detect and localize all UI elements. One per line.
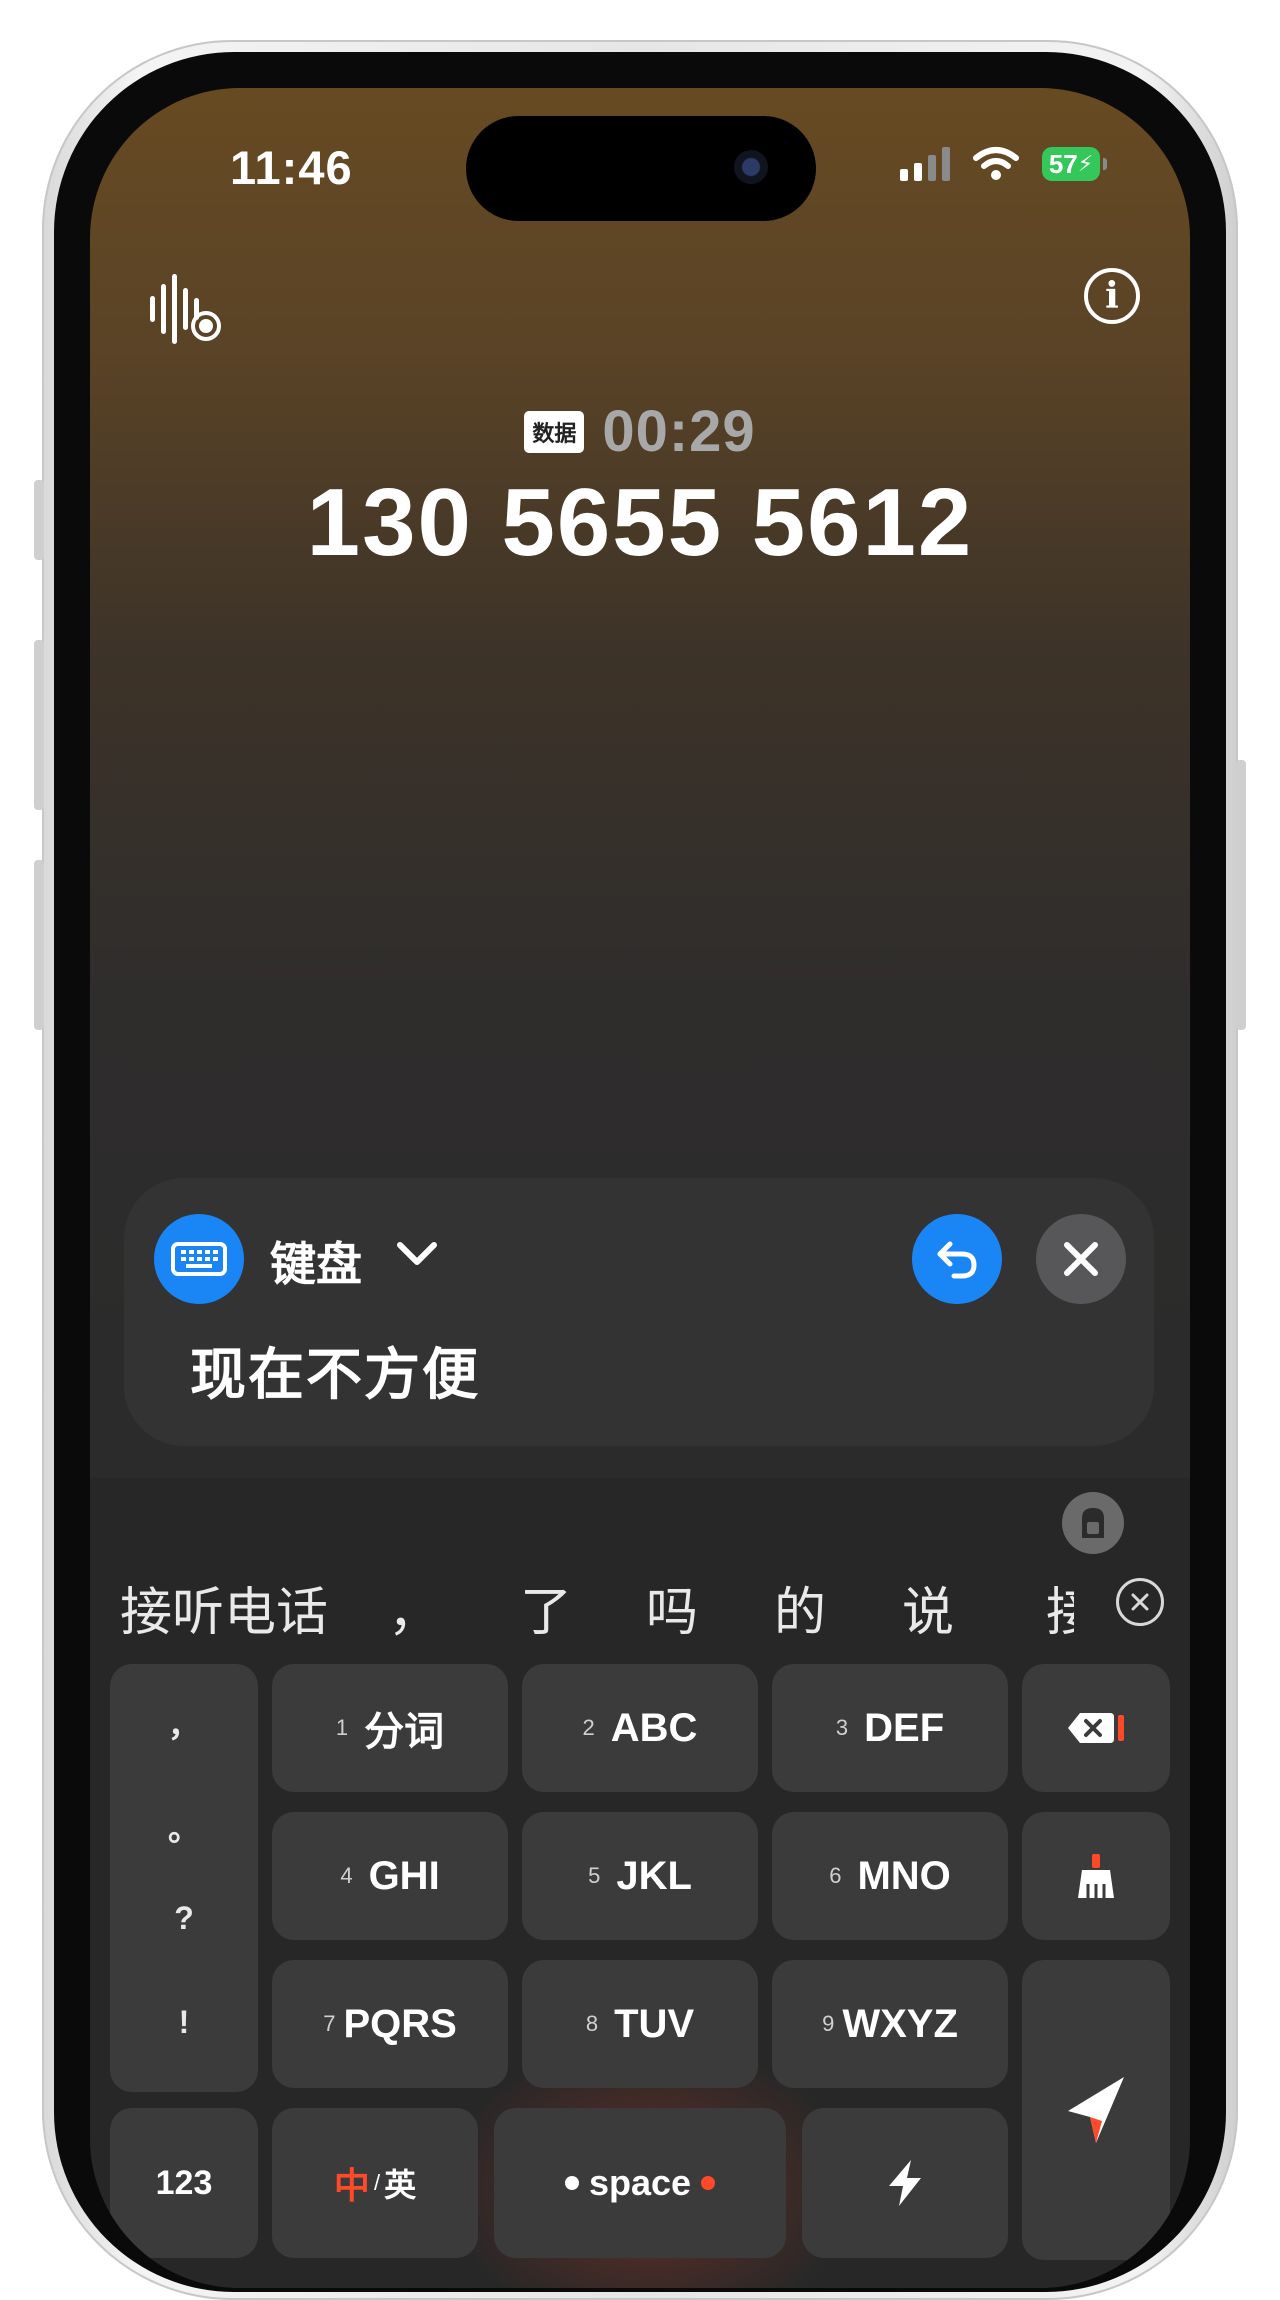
dot-icon bbox=[701, 2176, 716, 2190]
candidate-bar: 接听电话 ， 了 吗 的 说 接 bbox=[120, 1570, 1120, 1642]
clear-key[interactable] bbox=[1022, 1812, 1170, 1940]
key-label: GHI bbox=[368, 1853, 440, 1898]
reply-panel: 键盘 现在不方便 bbox=[124, 1178, 1154, 1446]
quick-phrase-key[interactable] bbox=[802, 2108, 1008, 2258]
key-label: PQRS bbox=[343, 2001, 457, 2046]
language-toggle-key[interactable]: 中 / 英 bbox=[272, 2108, 478, 2258]
key-number: 9 bbox=[822, 2011, 835, 2036]
key-5[interactable]: 5 JKL bbox=[522, 1812, 758, 1940]
voice-wave-icon[interactable] bbox=[146, 274, 226, 344]
punctuation-column[interactable]: ， 。 ? ! bbox=[110, 1664, 258, 2092]
key-3[interactable]: 3 DEF bbox=[772, 1664, 1008, 1792]
caller-number: 130 5655 5612 bbox=[306, 469, 974, 576]
candidate-item[interactable]: ， bbox=[388, 1570, 440, 1645]
key-number: 8 bbox=[585, 2011, 599, 2036]
send-icon bbox=[1068, 2077, 1124, 2143]
key-number: 3 bbox=[835, 1715, 849, 1740]
key-1[interactable]: 1 分词 bbox=[272, 1664, 508, 1792]
status-icons: 57 ⚡ bbox=[900, 146, 1107, 182]
key-2[interactable]: 2 ABC bbox=[522, 1664, 758, 1792]
keyboard-icon bbox=[171, 1242, 227, 1276]
key-number: 5 bbox=[588, 1863, 601, 1888]
keyboard: 接听电话 ， 了 吗 的 说 接 ， 。 ? ! 1 分词 2 ABC 3 DE… bbox=[90, 1478, 1190, 2288]
status-time: 11:46 bbox=[230, 141, 353, 194]
call-timer: 00:29 bbox=[602, 399, 756, 464]
volume-up-button bbox=[34, 640, 44, 810]
candidate-item[interactable]: 接 bbox=[1046, 1570, 1074, 1645]
candidate-item[interactable]: 说 bbox=[902, 1570, 954, 1645]
key-label: 分词 bbox=[364, 1710, 445, 1754]
key-4[interactable]: 4 GHI bbox=[272, 1812, 508, 1940]
numeric-key[interactable]: 123 bbox=[110, 2108, 258, 2258]
key-label: 123 bbox=[155, 2163, 213, 2202]
key-6[interactable]: 6 MNO bbox=[772, 1812, 1008, 1940]
lang-en-label: 英 bbox=[384, 2167, 417, 2203]
key-9[interactable]: 9 WXYZ bbox=[772, 1960, 1008, 2088]
chevron-down-icon[interactable] bbox=[392, 1233, 442, 1273]
privacy-lock-icon[interactable] bbox=[1062, 1492, 1124, 1554]
close-icon bbox=[1064, 1242, 1098, 1276]
space-label: space bbox=[588, 2162, 692, 2203]
phone-screen: 11:46 57 ⚡ i 数据 00:29 130 5655 5612 键盘 现… bbox=[90, 88, 1190, 2288]
key-label: MNO bbox=[857, 1853, 951, 1898]
punct-key[interactable]: ， bbox=[110, 1700, 258, 1746]
call-meta: 数据 00:29 bbox=[90, 398, 1190, 465]
keyboard-mode-button[interactable] bbox=[154, 1214, 244, 1304]
lang-separator: / bbox=[373, 2170, 381, 2195]
broom-icon bbox=[1078, 1854, 1114, 1898]
network-badge: 数据 bbox=[524, 410, 585, 453]
key-number: 2 bbox=[582, 1715, 595, 1740]
key-label: WXYZ bbox=[842, 2001, 958, 2046]
undo-icon bbox=[937, 1241, 977, 1279]
send-key[interactable] bbox=[1022, 1960, 1170, 2260]
info-icon[interactable]: i bbox=[1084, 268, 1140, 324]
dynamic-island bbox=[466, 116, 816, 221]
close-icon bbox=[1131, 1593, 1149, 1611]
punct-key[interactable]: 。 bbox=[110, 1804, 258, 1850]
key-label: DEF bbox=[864, 1705, 945, 1750]
cellular-signal-icon bbox=[900, 147, 950, 181]
key-number: 4 bbox=[340, 1863, 353, 1888]
candidate-close-button[interactable] bbox=[1116, 1578, 1164, 1626]
camera-icon bbox=[734, 150, 768, 184]
punct-key[interactable]: ? bbox=[110, 1900, 258, 1937]
key-7[interactable]: 7 PQRS bbox=[272, 1960, 508, 2088]
key-number: 1 bbox=[335, 1715, 349, 1740]
backspace-key[interactable] bbox=[1022, 1664, 1170, 1792]
key-8[interactable]: 8 TUV bbox=[522, 1960, 758, 2088]
volume-down-button bbox=[34, 860, 44, 1030]
battery-level: 57 bbox=[1048, 148, 1078, 179]
key-label: JKL bbox=[616, 1853, 692, 1898]
candidate-item[interactable]: 的 bbox=[774, 1570, 826, 1645]
candidate-item[interactable]: 了 bbox=[520, 1570, 572, 1645]
battery-icon: 57 ⚡ bbox=[1042, 147, 1107, 181]
close-button[interactable] bbox=[1036, 1214, 1126, 1304]
wifi-icon bbox=[973, 147, 1019, 180]
space-key[interactable]: space bbox=[494, 2108, 786, 2258]
power-button bbox=[1236, 760, 1246, 1030]
reply-text[interactable]: 现在不方便 bbox=[190, 1330, 480, 1411]
key-label: ABC bbox=[610, 1705, 698, 1750]
key-label: TUV bbox=[614, 2001, 695, 2046]
dot-icon bbox=[564, 2176, 579, 2190]
action-button bbox=[34, 480, 44, 560]
backspace-icon bbox=[1068, 1713, 1124, 1743]
input-mode-label[interactable]: 键盘 bbox=[270, 1228, 362, 1294]
candidate-item[interactable]: 吗 bbox=[646, 1570, 698, 1645]
candidate-item[interactable]: 接听电话 bbox=[120, 1570, 328, 1645]
undo-button[interactable] bbox=[912, 1214, 1002, 1304]
lightning-icon bbox=[889, 2160, 921, 2206]
punct-key[interactable]: ! bbox=[110, 2004, 258, 2041]
lang-cn-label: 中 bbox=[333, 2165, 370, 2206]
key-number: 6 bbox=[829, 1863, 842, 1888]
key-number: 7 bbox=[323, 2011, 336, 2036]
